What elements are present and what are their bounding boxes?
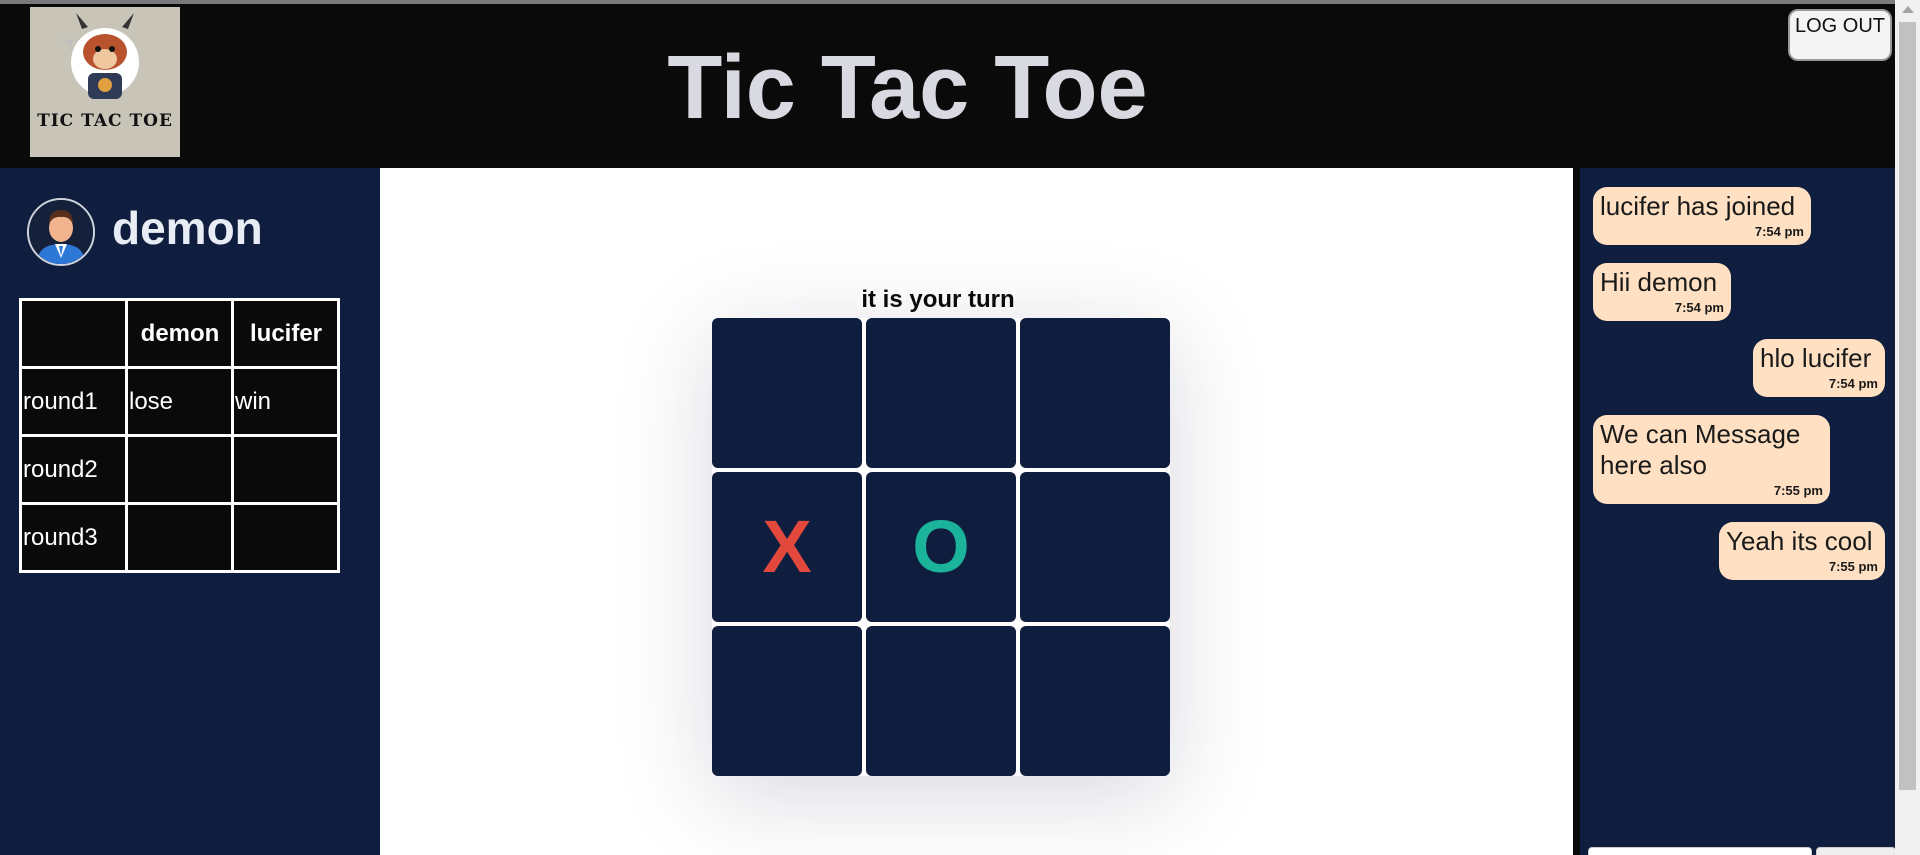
turn-status: it is your turn: [861, 286, 1015, 313]
logout-button[interactable]: LOG OUT: [1788, 9, 1892, 61]
chat-message-time: 7:55 pm: [1828, 559, 1878, 574]
round-label: round1: [19, 366, 128, 437]
board-cell[interactable]: X: [712, 472, 862, 622]
round-result: lose: [125, 366, 234, 437]
chat-message: Hii demon 7:54 pm: [1593, 263, 1731, 321]
board-cell[interactable]: [1020, 626, 1170, 776]
board-cell[interactable]: [866, 626, 1016, 776]
round-label: round3: [19, 502, 128, 573]
scroll-up-arrow-icon[interactable]: [1902, 6, 1914, 13]
header: TIC TAC TOE Tic Tac Toe LOG OUT: [0, 0, 1895, 168]
chat-message-time: 7:54 pm: [1828, 376, 1878, 391]
avatar: [27, 198, 95, 266]
player-name: demon: [112, 202, 263, 254]
board-cell[interactable]: [712, 318, 862, 468]
player-panel: demon demon lucifer round1 lose win roun…: [0, 168, 380, 855]
chat-send-button[interactable]: [1816, 847, 1896, 855]
round-label: round2: [19, 434, 128, 505]
chat-message-time: 7:54 pm: [1754, 224, 1804, 239]
chat-message-text: hlo lucifer: [1760, 343, 1872, 373]
board-cell[interactable]: O: [866, 472, 1016, 622]
scoreboard-header-row: demon lucifer: [19, 298, 340, 369]
chat-message: hlo lucifer 7:54 pm: [1753, 339, 1885, 397]
chat-message: Yeah its cool 7:55 pm: [1719, 522, 1885, 580]
page-scrollbar[interactable]: [1895, 0, 1920, 855]
chat-message-time: 7:54 pm: [1674, 300, 1724, 315]
chat-message-time: 7:55 pm: [1773, 483, 1823, 498]
chat-message-text: We can Message here also: [1600, 419, 1801, 480]
board-cell[interactable]: [1020, 472, 1170, 622]
scoreboard-header-cell: demon: [125, 298, 234, 369]
table-row: round1 lose win: [19, 366, 340, 437]
round-result: [231, 502, 340, 573]
chat-input[interactable]: [1588, 847, 1812, 855]
game-board: X O: [712, 318, 1170, 776]
chat-message-text: lucifer has joined: [1600, 191, 1796, 221]
round-result: [125, 502, 234, 573]
round-result: win: [231, 366, 340, 437]
chat-message: lucifer has joined 7:54 pm: [1593, 187, 1811, 245]
chat-message: We can Message here also 7:55 pm: [1593, 415, 1830, 504]
chat-message-text: Hii demon: [1600, 267, 1718, 297]
chat-panel: lucifer has joined 7:54 pm Hii demon 7:5…: [1573, 168, 1896, 855]
table-row: round2: [19, 434, 340, 505]
scoreboard-table: demon lucifer round1 lose win round2 rou…: [19, 298, 340, 573]
board-cell[interactable]: [866, 318, 1016, 468]
scoreboard-header-cell: lucifer: [231, 298, 340, 369]
scoreboard-header-cell: [19, 298, 128, 369]
round-result: [231, 434, 340, 505]
page: TIC TAC TOE Tic Tac Toe LOG OUT demon de…: [0, 0, 1920, 855]
board-cell[interactable]: [1020, 318, 1170, 468]
user-avatar-icon: [29, 200, 93, 264]
scrollbar-thumb[interactable]: [1899, 22, 1916, 790]
board-cell[interactable]: [712, 626, 862, 776]
page-title: Tic Tac Toe: [667, 38, 1148, 138]
chat-message-text: Yeah its cool: [1726, 526, 1873, 556]
round-result: [125, 434, 234, 505]
table-row: round3: [19, 502, 340, 573]
